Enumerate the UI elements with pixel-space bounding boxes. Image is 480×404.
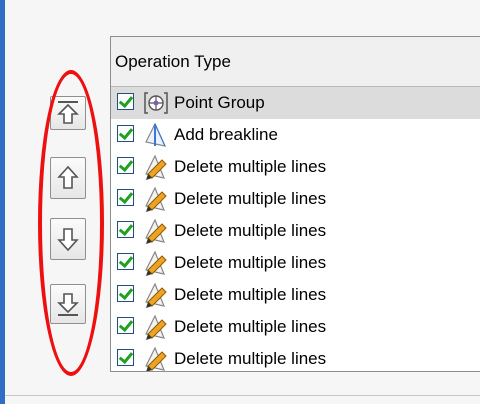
column-header-label: Operation Type <box>115 52 231 71</box>
operation-list[interactable]: Operation Type Point Group Add breakline <box>110 36 480 372</box>
list-row[interactable]: Point Group <box>111 87 480 119</box>
delete-lines-icon <box>143 250 169 276</box>
row-label: Point Group <box>174 93 265 112</box>
row-checkbox[interactable] <box>117 157 134 174</box>
list-row[interactable]: Delete multiple lines <box>111 183 480 215</box>
row-checkbox[interactable] <box>117 285 134 302</box>
row-label: Delete multiple lines <box>174 317 327 336</box>
list-row[interactable]: Delete multiple lines <box>111 311 480 343</box>
list-row[interactable]: Delete multiple lines <box>111 279 480 311</box>
delete-lines-icon <box>143 186 169 212</box>
row-checkbox[interactable] <box>117 349 134 366</box>
red-highlight-ellipse <box>38 70 104 376</box>
list-row[interactable]: Add breakline <box>111 119 480 151</box>
column-header-operation-type[interactable]: Operation Type <box>111 37 480 87</box>
row-checkbox[interactable] <box>117 189 134 206</box>
add-breakline-icon <box>143 122 169 148</box>
row-label: Delete multiple lines <box>174 349 327 368</box>
delete-lines-icon <box>143 218 169 244</box>
row-label: Delete multiple lines <box>174 285 327 304</box>
list-row[interactable]: Delete multiple lines <box>111 151 480 183</box>
row-checkbox[interactable] <box>117 253 134 270</box>
row-label: Delete multiple lines <box>174 157 327 176</box>
delete-lines-icon <box>143 314 169 340</box>
delete-lines-icon <box>143 282 169 308</box>
row-label: Delete multiple lines <box>174 189 327 208</box>
list-row[interactable]: Delete multiple lines <box>111 343 480 371</box>
row-label: Delete multiple lines <box>174 253 327 272</box>
top-band <box>5 0 480 10</box>
row-checkbox[interactable] <box>117 317 134 334</box>
delete-lines-icon <box>143 346 169 371</box>
list-row[interactable]: Delete multiple lines <box>111 215 480 247</box>
bottom-divider <box>5 395 480 396</box>
row-checkbox[interactable] <box>117 221 134 238</box>
row-checkbox[interactable] <box>117 93 134 110</box>
row-label: Delete multiple lines <box>174 221 327 240</box>
point-group-icon <box>143 90 169 116</box>
list-row[interactable]: Delete multiple lines <box>111 247 480 279</box>
row-label: Add breakline <box>174 125 278 144</box>
row-checkbox[interactable] <box>117 125 134 142</box>
delete-lines-icon <box>143 154 169 180</box>
